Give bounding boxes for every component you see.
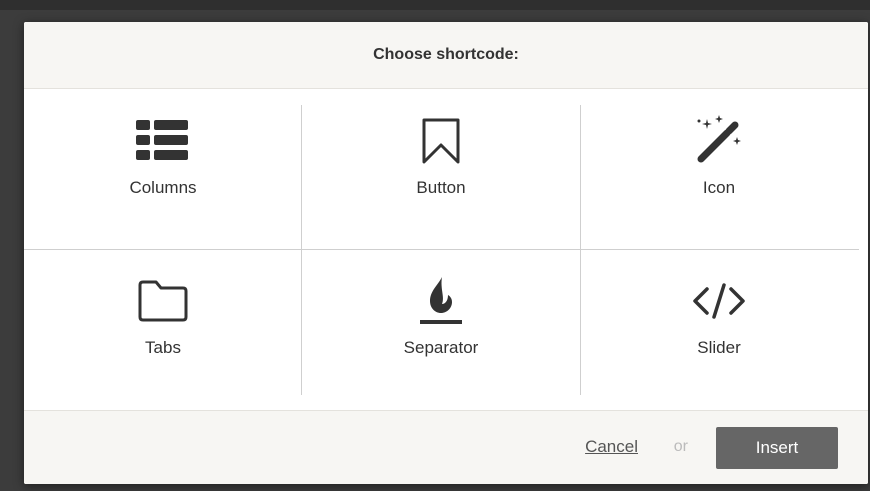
shortcode-slider[interactable]: Slider bbox=[580, 249, 858, 394]
folder-icon bbox=[133, 277, 193, 325]
code-icon bbox=[689, 277, 749, 325]
grid-divider bbox=[580, 105, 581, 395]
bookmark-icon bbox=[411, 117, 471, 165]
shortcode-label: Icon bbox=[702, 178, 736, 197]
cancel-link[interactable]: Cancel bbox=[585, 437, 638, 457]
or-text: or bbox=[673, 438, 688, 455]
magic-wand-icon bbox=[689, 115, 749, 165]
shortcode-modal: Choose shortcode: Columns Button Icon Ta… bbox=[24, 22, 868, 484]
shortcode-label: Tabs bbox=[145, 338, 181, 357]
shortcode-label: Slider bbox=[697, 338, 741, 357]
grid-divider bbox=[24, 249, 859, 250]
list-columns-icon bbox=[133, 117, 193, 165]
shortcode-tabs[interactable]: Tabs bbox=[24, 249, 302, 394]
shortcode-label: Separator bbox=[403, 338, 479, 357]
shortcode-grid: Columns Button Icon Tabs Separator Slide… bbox=[24, 89, 868, 410]
modal-footer: Cancel or Insert bbox=[24, 410, 868, 484]
modal-header: Choose shortcode: bbox=[24, 22, 868, 89]
modal-title: Choose shortcode: bbox=[373, 46, 519, 63]
shortcode-label: Button bbox=[416, 178, 466, 197]
shortcode-button[interactable]: Button bbox=[302, 89, 580, 234]
shortcode-separator[interactable]: Separator bbox=[302, 249, 580, 394]
shortcode-label: Columns bbox=[129, 178, 197, 197]
grid-divider bbox=[301, 105, 302, 395]
insert-button[interactable]: Insert bbox=[716, 427, 838, 469]
shortcode-columns[interactable]: Columns bbox=[24, 89, 302, 234]
flame-separator-icon bbox=[411, 277, 471, 325]
shortcode-icon[interactable]: Icon bbox=[580, 89, 858, 234]
